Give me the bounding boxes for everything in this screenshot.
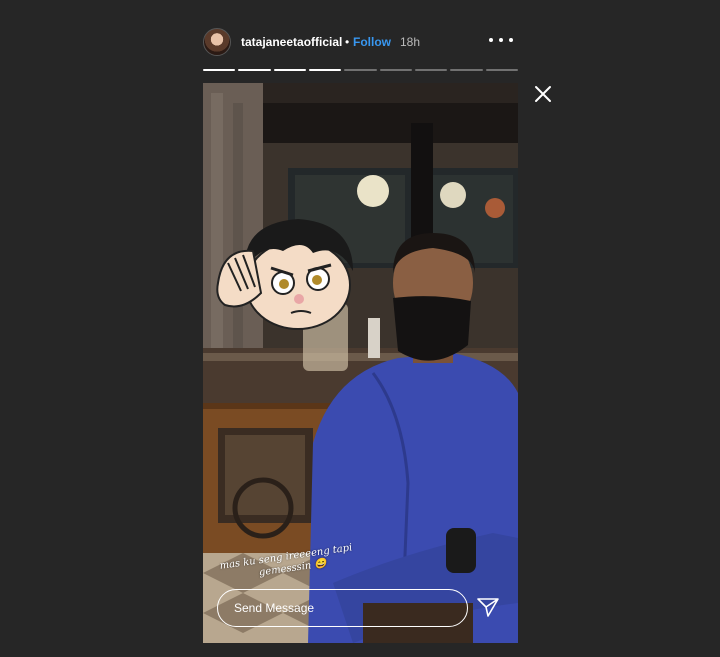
progress-segment[interactable] [308, 69, 342, 71]
more-options-icon[interactable] [489, 30, 513, 50]
cartoon-boy-sticker[interactable] [213, 213, 363, 333]
progress-segment[interactable] [379, 69, 412, 71]
progress-segment[interactable] [414, 69, 448, 71]
progress-segment[interactable] [344, 69, 377, 71]
paper-plane-icon[interactable] [476, 595, 500, 619]
progress-segment[interactable] [485, 69, 518, 71]
avatar[interactable] [203, 28, 231, 56]
post-time: 18h [400, 35, 421, 49]
story-progress-bar [203, 69, 518, 71]
send-message-input[interactable] [234, 599, 449, 617]
progress-segment[interactable] [450, 69, 483, 71]
progress-segment[interactable] [203, 69, 236, 71]
separator-dot: • [345, 35, 350, 49]
send-message-bar[interactable] [217, 589, 468, 627]
follow-button[interactable]: Follow [353, 35, 391, 49]
close-icon[interactable] [533, 84, 553, 104]
username[interactable]: tatajaneetaofficial [241, 35, 342, 49]
progress-segment[interactable] [273, 69, 306, 71]
story-header: tatajaneetaofficial • Follow 18h [203, 26, 518, 58]
progress-segment[interactable] [238, 69, 271, 71]
story-media[interactable]: mas ku seng ireeeeng tapi gemesssin 😄 [203, 83, 518, 643]
